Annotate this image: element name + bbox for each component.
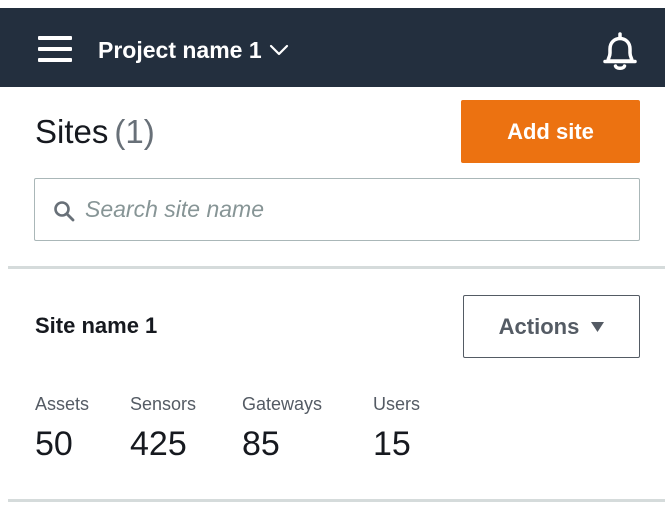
app-screen: Project name 1 Sites(1) Add site Site na…: [0, 0, 665, 515]
sites-heading: Sites: [35, 113, 109, 150]
top-navigation-bar: Project name 1: [0, 8, 665, 87]
search-icon: [54, 201, 75, 222]
stat-label: Sensors: [130, 394, 197, 414]
section-divider: [8, 266, 665, 269]
stat-value: 85: [242, 425, 280, 463]
actions-dropdown-button[interactable]: Actions: [463, 295, 640, 358]
menu-icon[interactable]: [38, 36, 72, 62]
search-field[interactable]: [34, 178, 640, 241]
stat-assets: Assets 50: [35, 394, 89, 464]
stat-value: 425: [130, 425, 187, 463]
bell-icon[interactable]: [600, 30, 640, 74]
stat-value: 15: [373, 425, 411, 463]
stat-label: Users: [373, 394, 421, 414]
add-site-button[interactable]: Add site: [461, 100, 640, 163]
stat-users: Users 15: [373, 394, 420, 464]
stat-value: 50: [35, 425, 73, 463]
page-title: Sites (1): [35, 113, 155, 151]
actions-label: Actions: [498, 313, 580, 339]
chevron-down-icon: [269, 44, 288, 56]
stat-label: Assets: [35, 394, 90, 414]
site-stats: [0, 372, 665, 499]
project-selector[interactable]: Project name 1: [98, 33, 290, 67]
sites-count: (1): [114, 113, 155, 150]
caret-down-icon: [591, 321, 605, 332]
section-divider: [8, 499, 665, 502]
stat-gateways: Gateways 85: [242, 394, 322, 464]
stat-sensors: Sensors 425: [130, 394, 196, 464]
site-name: Site name 1: [35, 313, 158, 338]
stat-label: Gateways: [242, 394, 323, 414]
search-input[interactable]: [85, 180, 625, 239]
project-name: Project name 1: [98, 36, 262, 63]
